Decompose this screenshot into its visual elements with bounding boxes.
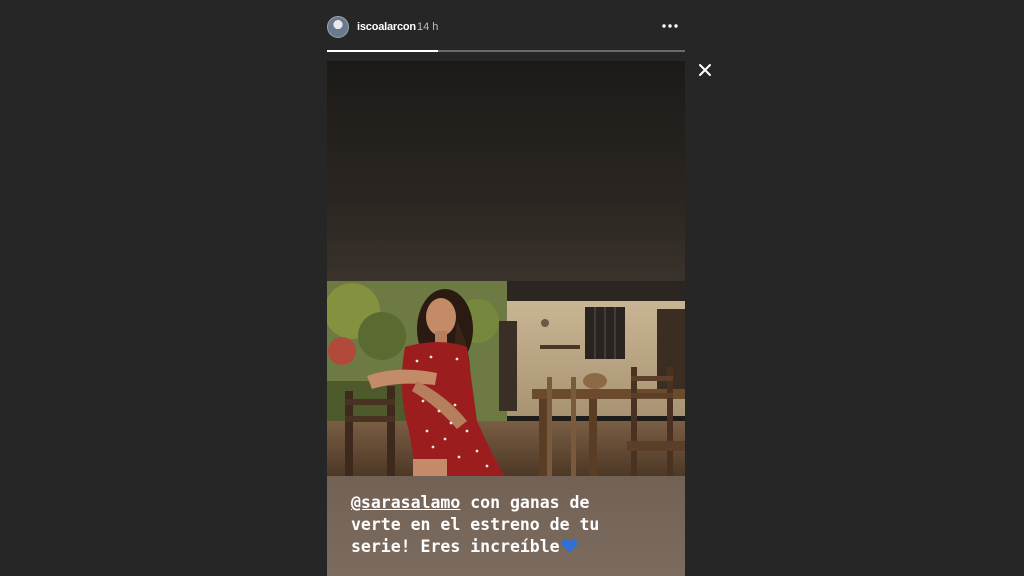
blue-heart-icon xyxy=(561,538,578,560)
more-options-icon xyxy=(662,24,678,28)
caption-text: @sarasalamo con ganas de verte en el est… xyxy=(351,492,671,560)
story-progress-fill xyxy=(327,50,438,52)
avatar[interactable] xyxy=(327,16,349,38)
story-photo xyxy=(327,281,685,476)
timestamp: 14 h xyxy=(417,21,439,33)
username[interactable]: iscoalarcon xyxy=(357,21,416,33)
photo-illustration xyxy=(327,281,685,476)
mention-link[interactable]: @sarasalamo xyxy=(351,493,460,512)
close-button[interactable] xyxy=(696,61,714,79)
story-frame[interactable]: @sarasalamo con ganas de verte en el est… xyxy=(327,61,685,576)
more-options-button[interactable] xyxy=(661,18,679,34)
close-icon xyxy=(699,64,711,76)
caption-line-2: verte en el estreno de tu xyxy=(351,515,600,534)
caption-area: @sarasalamo con ganas de verte en el est… xyxy=(327,476,685,576)
story-progress-bar xyxy=(327,50,685,52)
caption-line-1: con ganas de xyxy=(460,493,590,512)
story-header: iscoalarcon 14 h xyxy=(327,14,685,42)
story-background xyxy=(327,61,685,281)
caption-line-3: serie! Eres increíble xyxy=(351,537,560,556)
